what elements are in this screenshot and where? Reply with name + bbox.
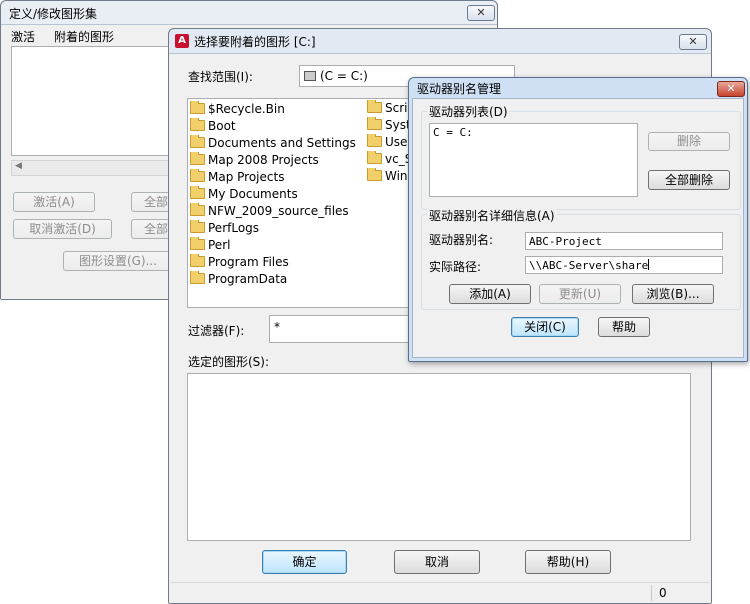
- folder-icon: [190, 118, 205, 131]
- actual-path-input[interactable]: \\ABC-Server\share: [525, 256, 723, 274]
- folder-icon: [367, 100, 382, 113]
- folder-name: $Recycle.Bin: [208, 102, 285, 116]
- folder-name: Program Files: [208, 255, 289, 269]
- select-dialog-title: 选择要附着的图形 [C:]: [194, 34, 316, 49]
- status-separator: [651, 585, 652, 601]
- alias-dialog-close-button[interactable]: ✕: [717, 81, 745, 97]
- sheet-set-close-button[interactable]: ✕: [467, 5, 495, 21]
- alias-name-value: ABC-Project: [529, 235, 602, 248]
- folder-name: Use: [385, 135, 408, 149]
- folder-name: Boot: [208, 119, 236, 133]
- folder-item[interactable]: Wind: [367, 168, 413, 185]
- folder-icon: [367, 168, 382, 181]
- folder-item[interactable]: Use: [367, 134, 413, 151]
- drawing-settings-button[interactable]: 图形设置(G)...: [63, 251, 173, 271]
- folder-name: Perl: [208, 238, 231, 252]
- filter-input[interactable]: *: [269, 315, 414, 343]
- folder-icon: [190, 101, 205, 114]
- alias-dialog-body: 驱动器列表(D) C = C: 删除 全部删除 驱动器别名详细信息(A) 驱动器…: [412, 98, 744, 358]
- status-count: 0: [659, 586, 667, 600]
- select-dialog-titlebar[interactable]: A 选择要附着的图形 [C:]: [169, 29, 711, 53]
- select-dialog-close-button[interactable]: ✕: [679, 34, 707, 50]
- folder-name: NFW_2009_source_files: [208, 204, 349, 218]
- folder-icon: [190, 169, 205, 182]
- filter-value: *: [274, 320, 280, 334]
- folder-icon: [190, 186, 205, 199]
- folder-item[interactable]: PerfLogs: [190, 220, 412, 237]
- add-button[interactable]: 添加(A): [449, 284, 531, 304]
- folder-icon: [190, 135, 205, 148]
- drive-alias-dialog: 驱动器别名管理 ✕ 驱动器列表(D) C = C: 删除 全部删除 驱动器别名详…: [408, 77, 748, 362]
- folder-icon: [190, 237, 205, 250]
- folder-icon: [190, 220, 205, 233]
- actual-path-label: 实际路径:: [429, 260, 482, 274]
- folder-icon: [190, 152, 205, 165]
- activate-button[interactable]: 激活(A): [13, 192, 95, 212]
- scroll-left-icon[interactable]: ◀: [15, 161, 22, 171]
- folder-item[interactable]: Syst: [367, 117, 413, 134]
- help-button[interactable]: 帮助(H): [525, 550, 611, 574]
- autocad-logo-icon: A: [175, 34, 189, 48]
- close-icon: ✕: [726, 82, 736, 95]
- update-button[interactable]: 更新(U): [539, 284, 621, 304]
- sheet-set-title: 定义/修改图形集: [9, 6, 98, 21]
- folder-name: Map Projects: [208, 170, 285, 184]
- deactivate-button[interactable]: 取消激活(D): [13, 219, 112, 239]
- status-bar: 0: [171, 582, 709, 602]
- folder-item[interactable]: Scrip: [367, 100, 413, 117]
- cancel-button[interactable]: 取消: [394, 550, 480, 574]
- folder-icon: [367, 117, 382, 130]
- folder-column-2: Scrip Syst Use vc_S Wind: [367, 100, 413, 185]
- selected-drawings-list[interactable]: [187, 373, 691, 541]
- delete-all-button[interactable]: 全部删除: [648, 170, 730, 190]
- folder-name: Syst: [385, 118, 411, 132]
- folder-item[interactable]: ProgramData: [190, 271, 412, 288]
- folder-icon: [190, 203, 205, 216]
- alias-name-label: 驱动器别名:: [429, 233, 494, 247]
- folder-name: Map 2008 Projects: [208, 153, 319, 167]
- close-icon: ✕: [688, 35, 698, 48]
- selected-drawings-label: 选定的图形(S):: [188, 355, 270, 369]
- browse-button[interactable]: 浏览(B)...: [632, 284, 714, 304]
- drive-list-label: 驱动器列表(D): [427, 103, 510, 120]
- horizontal-scrollbar[interactable]: ◀: [11, 160, 181, 176]
- folder-icon: [190, 271, 205, 284]
- folder-name: PerfLogs: [208, 221, 260, 235]
- folder-list-overflow: Scrip Syst Use vc_S Wind: [367, 100, 413, 200]
- folder-name: Documents and Settings: [208, 136, 356, 150]
- alias-detail-label: 驱动器别名详细信息(A): [427, 207, 557, 224]
- folder-item[interactable]: Perl: [190, 237, 412, 254]
- look-in-value: (C = C:): [320, 69, 368, 83]
- drive-list-item[interactable]: C = C:: [433, 126, 634, 139]
- folder-item[interactable]: Program Files: [190, 254, 412, 271]
- close-icon: ✕: [476, 6, 486, 19]
- alias-name-input[interactable]: ABC-Project: [525, 232, 723, 250]
- folder-icon: [367, 151, 382, 164]
- column-header-attached[interactable]: 附着的图形: [54, 28, 114, 45]
- folder-item[interactable]: NFW_2009_source_files: [190, 203, 412, 220]
- attached-drawings-list[interactable]: [11, 46, 181, 156]
- drive-list[interactable]: C = C:: [429, 123, 638, 197]
- filter-label: 过滤器(F):: [188, 324, 245, 338]
- alias-help-button[interactable]: 帮助: [598, 317, 650, 337]
- folder-name: ProgramData: [208, 272, 288, 286]
- sheet-set-titlebar[interactable]: 定义/修改图形集: [1, 1, 497, 25]
- drive-icon: [304, 71, 316, 81]
- column-header-activate[interactable]: 激活: [11, 28, 35, 45]
- folder-item[interactable]: vc_S: [367, 151, 413, 168]
- folder-icon: [367, 134, 382, 147]
- text-cursor: [648, 259, 650, 270]
- delete-button[interactable]: 删除: [648, 132, 730, 151]
- ok-button[interactable]: 确定: [262, 550, 347, 574]
- alias-dialog-title: 驱动器别名管理: [417, 81, 502, 96]
- look-in-label: 查找范围(I):: [188, 70, 253, 84]
- close-dialog-button[interactable]: 关闭(C): [511, 317, 579, 337]
- folder-name: My Documents: [208, 187, 298, 201]
- drive-list-items: C = C:: [433, 126, 634, 139]
- actual-path-value: \\ABC-Server\share: [529, 259, 649, 272]
- folder-icon: [190, 254, 205, 267]
- alias-dialog-titlebar[interactable]: 驱动器别名管理: [409, 78, 747, 98]
